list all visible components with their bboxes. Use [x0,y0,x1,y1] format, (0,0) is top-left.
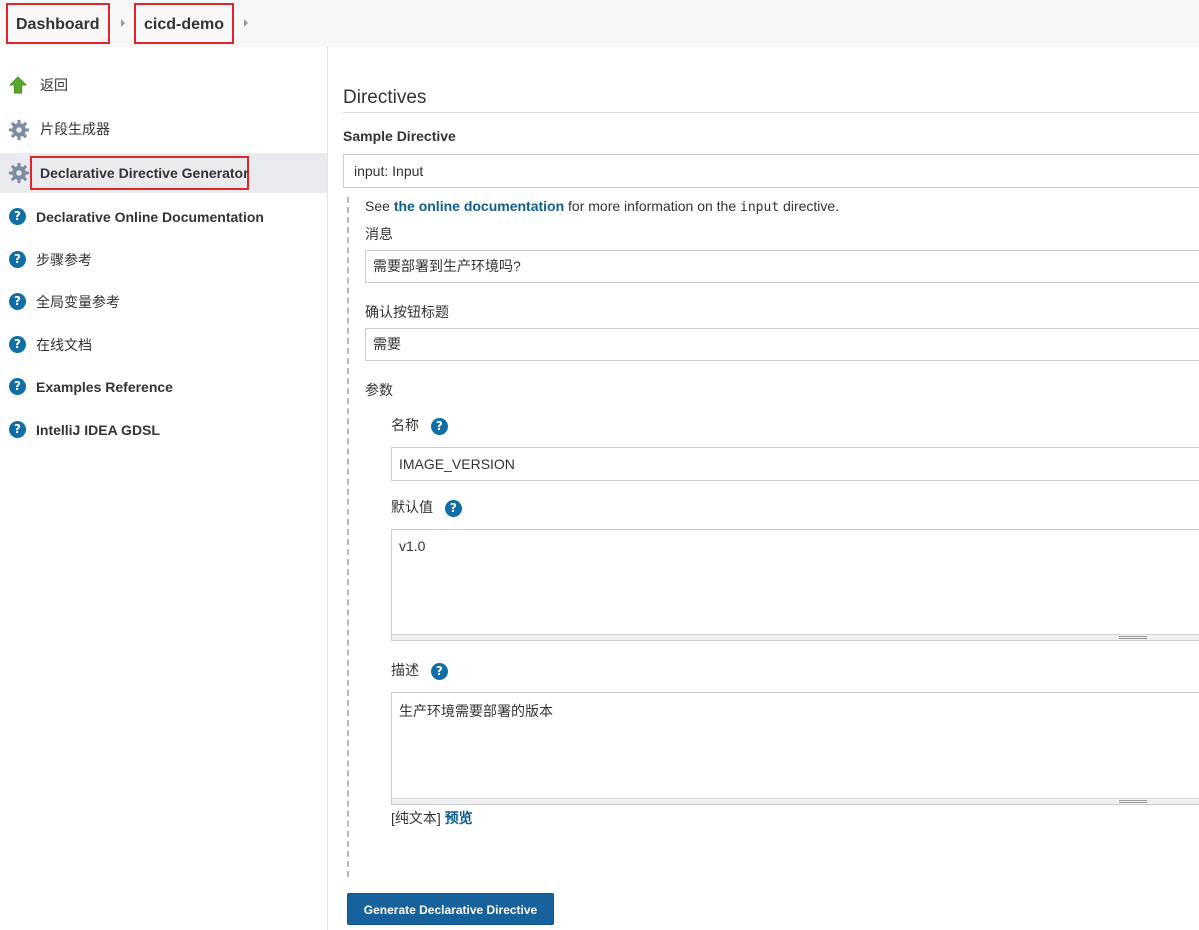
grip-icon [1119,800,1147,803]
sidebar-item-back[interactable]: 返回 [0,65,327,105]
help-icon[interactable]: ? [430,662,448,680]
help-icon: ? [9,208,26,225]
sidebar-item-global-variables[interactable]: ? 全局变量参考 [0,282,327,322]
param-desc-label-row: 描述 ? [391,660,448,680]
help-icon: ? [9,378,26,395]
param-default-value: v1.0 [399,538,426,554]
gear-icon [8,119,30,141]
sidebar-item-label: 返回 [40,77,68,93]
sidebar-item-declarative-online-docs[interactable]: ? Declarative Online Documentation [0,197,327,237]
message-label: 消息 [365,226,393,242]
doc-note-middle: for more information on the [564,198,741,214]
sidebar-item-label: Declarative Directive Generator [40,165,249,181]
sidebar-item-examples-reference[interactable]: ? Examples Reference [0,367,327,407]
up-arrow-icon [9,76,27,94]
breadcrumb-separator-icon[interactable] [244,19,248,27]
ok-field[interactable]: 需要 [365,328,1199,361]
sidebar-item-label: Declarative Online Documentation [36,209,264,225]
sidebar-item-label: 步骤参考 [36,252,92,268]
param-name-field[interactable]: IMAGE_VERSION [391,447,1199,481]
section-divider [347,197,349,877]
param-default-textarea[interactable]: v1.0 [391,529,1199,641]
resize-handle[interactable] [392,634,1199,640]
markup-format-line: [纯文本] 预览 [391,808,473,828]
plain-text-label: [纯文本] [391,810,441,826]
resize-handle[interactable] [392,798,1199,804]
param-desc-label: 描述 [391,662,419,678]
sidebar-item-label: 在线文档 [36,337,92,353]
sample-directive-label: Sample Directive [343,128,456,144]
title-divider [343,112,1199,113]
message-field[interactable]: 需要部署到生产环境吗? [365,250,1199,283]
help-icon: ? [9,421,26,438]
help-icon: ? [9,251,26,268]
param-desc-value: 生产环境需要部署的版本 [399,703,553,719]
sidebar-item-label: Examples Reference [36,379,173,395]
ok-label: 确认按钮标题 [365,304,449,320]
param-name-label-row: 名称 ? [391,415,448,435]
breadcrumb-job[interactable]: cicd-demo [134,3,235,44]
doc-note-code: input [740,200,780,215]
preview-link[interactable]: 预览 [445,810,473,826]
param-name-label: 名称 [391,417,419,433]
help-icon: ? [9,293,26,310]
sidebar-item-step-reference[interactable]: ? 步骤参考 [0,240,327,280]
doc-note-prefix: See [365,198,394,214]
generate-directive-button[interactable]: Generate Declarative Directive [347,893,554,925]
param-default-label: 默认值 [391,499,433,515]
doc-note-suffix: directive. [779,198,840,214]
breadcrumb-separator-icon[interactable] [121,19,125,27]
help-icon[interactable]: ? [444,499,462,517]
sample-directive-select[interactable]: input: Input [343,154,1199,188]
sidebar-item-declarative-directive-generator[interactable]: Declarative Directive Generator [0,153,327,193]
sidebar-item-online-docs[interactable]: ? 在线文档 [0,325,327,365]
param-default-label-row: 默认值 ? [391,497,462,517]
sidebar: 返回 片段生成器 Declarative Directive Generator… [0,47,328,930]
gear-icon [8,162,30,184]
sidebar-item-label: 片段生成器 [40,121,110,137]
sidebar-item-intellij-gdsl[interactable]: ? IntelliJ IDEA GDSL [0,410,327,450]
sidebar-item-label: IntelliJ IDEA GDSL [36,422,160,438]
help-icon[interactable]: ? [430,417,448,435]
breadcrumb: Dashboard cicd-demo [0,0,1199,47]
parameters-label: 参数 [365,382,393,398]
main-content: Directives Sample Directive input: Input… [328,47,1199,930]
page-title: Directives [343,87,427,108]
sidebar-item-snippet-generator[interactable]: 片段生成器 [0,109,327,149]
breadcrumb-dashboard[interactable]: Dashboard [6,3,110,44]
doc-note: See the online documentation for more in… [365,198,839,215]
sidebar-item-label: 全局变量参考 [36,294,120,310]
help-icon: ? [9,336,26,353]
online-documentation-link[interactable]: the online documentation [394,198,564,214]
grip-icon [1119,636,1147,639]
param-description-textarea[interactable]: 生产环境需要部署的版本 [391,692,1199,805]
